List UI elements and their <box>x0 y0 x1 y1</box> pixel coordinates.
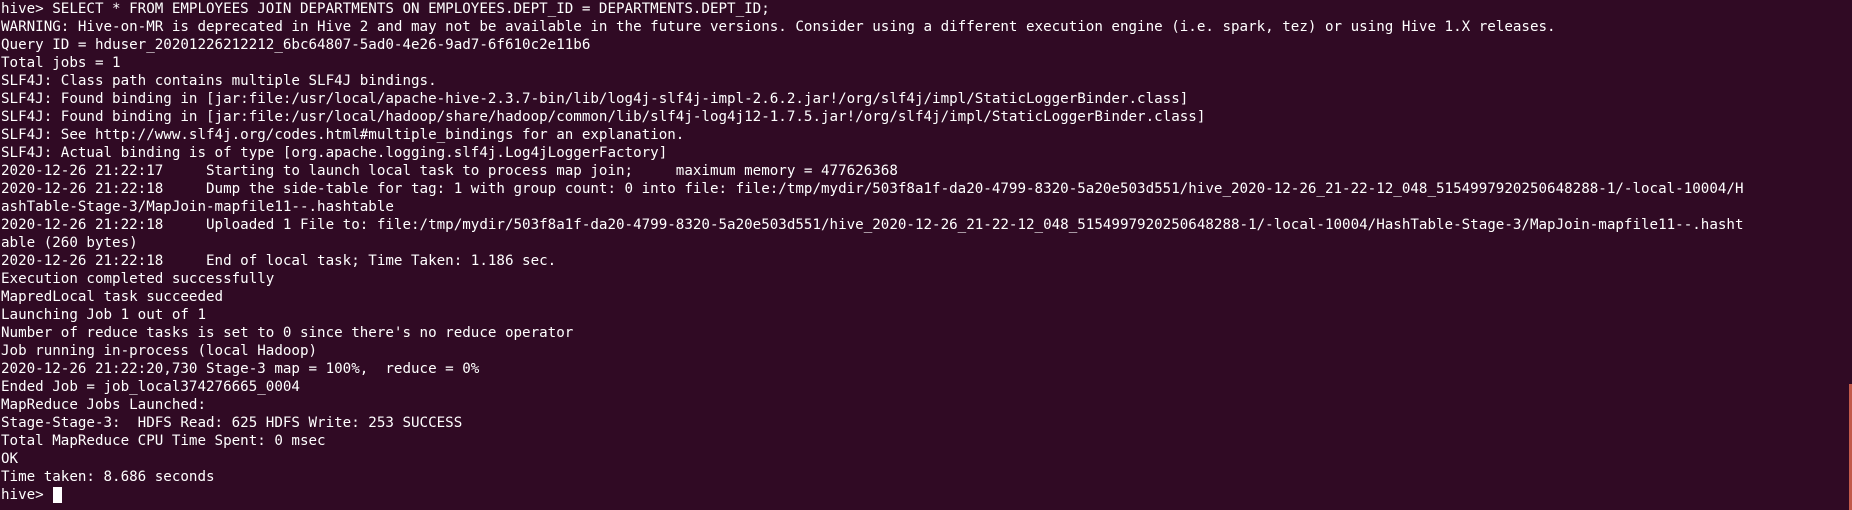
terminal-line: able (260 bytes) <box>1 235 138 251</box>
terminal-line: MapredLocal task succeeded <box>1 289 224 305</box>
terminal-line: SLF4J: Found binding in [jar:file:/usr/l… <box>1 91 1189 107</box>
terminal-line: Total jobs = 1 <box>1 55 121 71</box>
terminal-line: 2020-12-26 21:22:18 Uploaded 1 File to: … <box>1 217 1744 233</box>
terminal-line: SLF4J: See http://www.slf4j.org/codes.ht… <box>1 127 685 143</box>
terminal-line: OK <box>1 451 19 467</box>
terminal-line: 2020-12-26 21:22:18 End of local task; T… <box>1 253 557 269</box>
terminal-line: Time taken: 8.686 seconds <box>1 469 215 485</box>
terminal-line: SLF4J: Actual binding is of type [org.ap… <box>1 145 668 161</box>
terminal-output: hive> SELECT * FROM EMPLOYEES JOIN DEPAR… <box>1 0 1852 486</box>
terminal-line: hive> SELECT * FROM EMPLOYEES JOIN DEPAR… <box>1 1 770 17</box>
terminal-line: Total MapReduce CPU Time Spent: 0 msec <box>1 433 326 449</box>
terminal-window[interactable]: hive> SELECT * FROM EMPLOYEES JOIN DEPAR… <box>0 0 1852 510</box>
terminal-line: Query ID = hduser_20201226212212_6bc6480… <box>1 37 591 53</box>
terminal-line: Number of reduce tasks is set to 0 since… <box>1 325 574 341</box>
terminal-line: Stage-Stage-3: HDFS Read: 625 HDFS Write… <box>1 415 463 431</box>
terminal-line: MapReduce Jobs Launched: <box>1 397 206 413</box>
terminal-line: SLF4J: Found binding in [jar:file:/usr/l… <box>1 109 1206 125</box>
terminal-line: Launching Job 1 out of 1 <box>1 307 206 323</box>
terminal-line: ashTable-Stage-3/MapJoin-mapfile11--.has… <box>1 199 394 215</box>
command-prompt-line[interactable]: hive> <box>1 486 1852 504</box>
terminal-line: Job running in-process (local Hadoop) <box>1 343 318 359</box>
terminal-line: WARNING: Hive-on-MR is deprecated in Hiv… <box>1 19 1556 35</box>
terminal-line: 2020-12-26 21:22:20,730 Stage-3 map = 10… <box>1 361 480 377</box>
text-cursor <box>53 487 63 503</box>
terminal-line: Ended Job = job_local374276665_0004 <box>1 379 300 395</box>
terminal-line: 2020-12-26 21:22:18 Dump the side-table … <box>1 181 1744 197</box>
terminal-line: Execution completed successfully <box>1 271 275 287</box>
terminal-line: 2020-12-26 21:22:17 Starting to launch l… <box>1 163 898 179</box>
terminal-line: SLF4J: Class path contains multiple SLF4… <box>1 73 437 89</box>
prompt-label: hive> <box>1 487 53 503</box>
